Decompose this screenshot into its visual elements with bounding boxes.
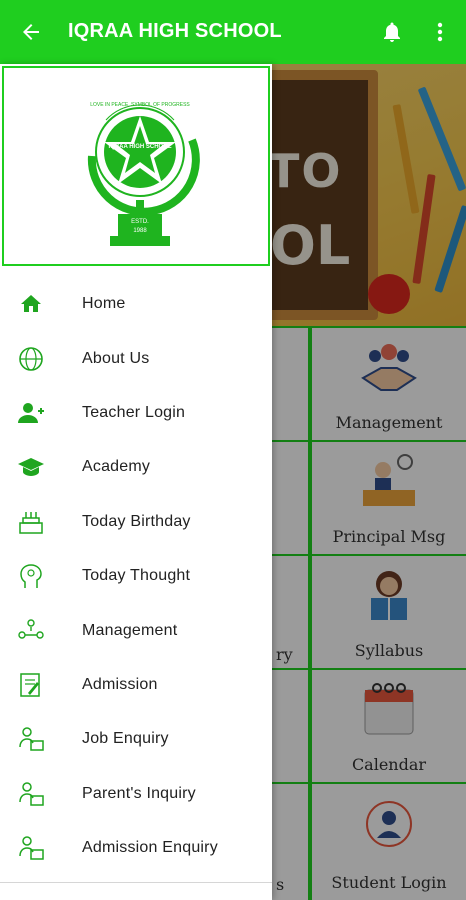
menu-item-today-birthday[interactable]: Today Birthday [0,495,272,549]
logo-center-text: IQRAA HIGH SCHOOL [108,144,171,150]
birthday-cake-icon [16,507,46,537]
person-desk-icon [16,833,46,863]
menu-item-label: Parent's Inquiry [82,784,196,802]
menu-item-job-enquiry[interactable]: Job Enquiry [0,712,272,766]
bell-icon[interactable] [380,20,404,44]
menu-item-teacher-login[interactable]: Teacher Login [0,386,272,440]
menu-item-label: Home [82,295,126,313]
person-desk-icon [16,724,46,754]
menu-item-label: Today Thought [82,567,191,585]
menu-item-admission[interactable]: Admission [0,658,272,712]
menu-item-label: About Us [82,349,150,367]
document-pencil-icon [16,670,46,700]
menu-item-label: Academy [82,458,151,476]
menu-item-label: Teacher Login [82,403,186,421]
logo-ring-text: LOVE IN PEACE, SYMBOL OF PROGRESS [90,102,190,108]
arrow-back-icon[interactable] [18,20,44,44]
globe-info-icon [16,344,46,374]
menu-item-admission-enquiry[interactable]: Admission Enquiry [0,821,272,875]
drawer-header: IQRAA HIGH SCHOOL ESTD. 1988 LOVE IN PEA… [2,66,270,266]
logo-estd-year: 1988 [133,228,147,234]
home-icon [16,289,46,319]
menu-item-label: Management [82,621,178,639]
graduation-cap-icon [16,452,46,482]
menu-item-home[interactable]: Home [0,277,272,331]
menu-item-management[interactable]: Management [0,603,272,657]
people-network-icon [16,616,46,646]
app-bar: IQRAA HIGH SCHOOL [0,0,466,64]
menu-item-today-thought[interactable]: Today Thought [0,549,272,603]
drawer-menu: Home About Us Teacher Login Academy Toda… [0,277,272,875]
menu-item-academy[interactable]: Academy [0,440,272,494]
navigation-drawer: IQRAA HIGH SCHOOL ESTD. 1988 LOVE IN PEA… [0,64,272,900]
menu-item-label: Today Birthday [82,512,191,530]
menu-item-about-us[interactable]: About Us [0,331,272,385]
menu-item-parents-inquiry[interactable]: Parent's Inquiry [0,767,272,821]
menu-item-label: Job Enquiry [82,730,169,748]
logo-estd-label: ESTD. [131,219,149,225]
app-title: IQRAA HIGH SCHOOL [68,20,282,42]
school-logo: IQRAA HIGH SCHOOL ESTD. 1988 LOVE IN PEA… [87,102,200,246]
person-add-icon [16,398,46,428]
person-desk-icon [16,779,46,809]
drawer-divider [0,882,272,883]
menu-item-label: Admission Enquiry [82,839,218,857]
thought-head-icon [16,561,46,591]
menu-item-label: Admission [82,675,158,693]
more-vert-icon[interactable] [430,20,450,44]
